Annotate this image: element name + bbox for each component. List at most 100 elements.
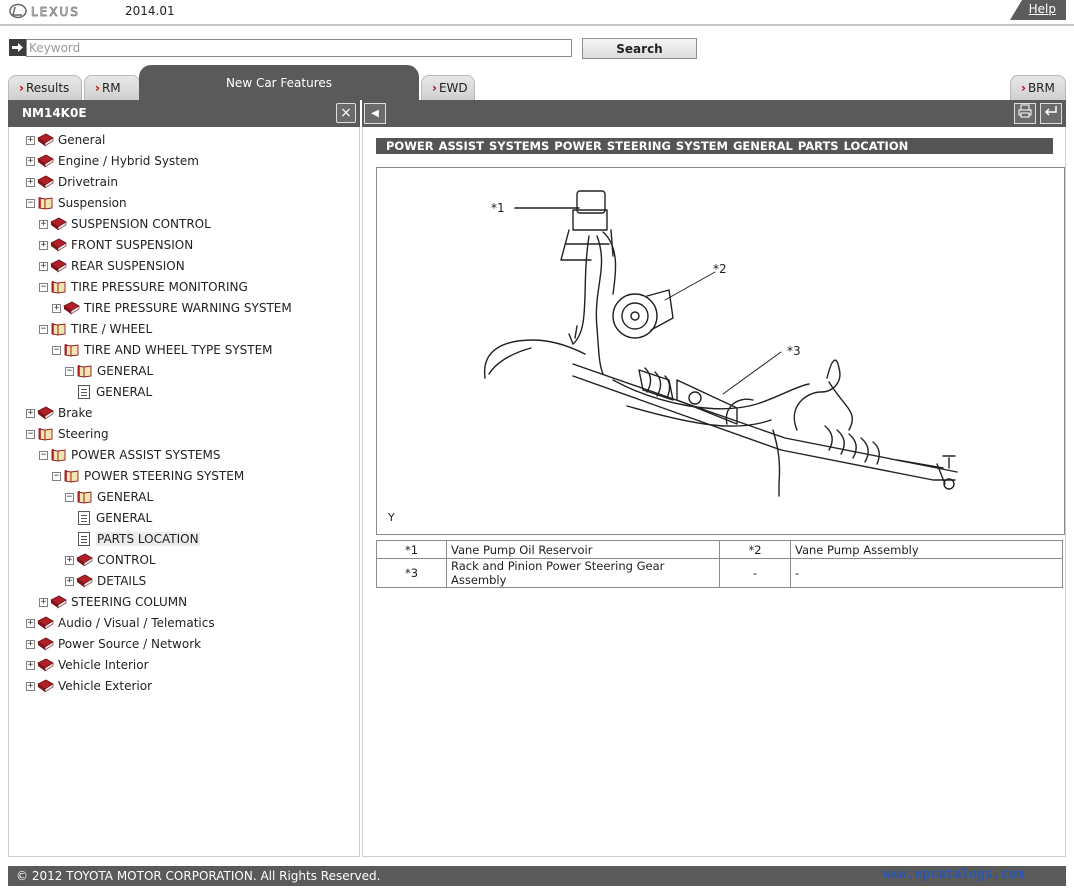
expand-icon[interactable]: + — [26, 681, 35, 691]
collapse-icon[interactable]: − — [65, 492, 74, 502]
open-book-icon — [51, 281, 66, 294]
tree-item[interactable]: + Brake — [26, 404, 92, 422]
print-button[interactable] — [1014, 103, 1036, 124]
tree-item-label: Suspension — [58, 196, 127, 210]
open-book-icon — [77, 365, 92, 378]
tree-item[interactable]: + SUSPENSION CONTROL — [39, 215, 211, 233]
tree-item[interactable]: + STEERING COLUMN — [39, 593, 187, 611]
search-button[interactable]: Search — [582, 38, 697, 59]
collapse-left-panel-button[interactable]: ◀ — [364, 103, 386, 124]
closed-book-icon — [37, 616, 54, 630]
tree-item-label: REAR SUSPENSION — [71, 259, 185, 273]
tree-item-label: Brake — [58, 406, 93, 420]
tab-rm[interactable]: › RM — [84, 75, 140, 100]
tree-item[interactable]: + Power Source / Network — [26, 635, 201, 653]
tree-item[interactable]: + Engine / Hybrid System — [26, 152, 199, 170]
tree-item[interactable]: + General — [26, 131, 105, 149]
tree-item[interactable]: + FRONT SUSPENSION — [39, 236, 193, 254]
tree-item[interactable]: + Vehicle Interior — [26, 656, 149, 674]
tree-item-label: Audio / Visual / Telematics — [58, 616, 215, 630]
collapse-icon[interactable]: − — [52, 471, 61, 481]
manual-code-title: NM14K0E — [22, 106, 87, 120]
expand-icon[interactable]: + — [26, 618, 35, 628]
tree-item-label: General — [58, 133, 106, 147]
expand-icon[interactable]: + — [26, 156, 35, 166]
app-header: LEXUS 2014.01 Help — [0, 0, 1074, 26]
parts-location-figure: *1 *2 *3 Y — [376, 167, 1065, 535]
tree-item-label: GENERAL — [97, 364, 154, 378]
collapse-icon[interactable]: − — [39, 324, 48, 334]
tab-brm[interactable]: › BRM — [1010, 75, 1066, 100]
table-row: *1 Vane Pump Oil Reservoir *2 Vane Pump … — [376, 540, 1063, 559]
tree-item[interactable]: + REAR SUSPENSION — [39, 257, 185, 275]
collapse-icon[interactable]: − — [39, 282, 48, 292]
expand-icon[interactable]: + — [65, 555, 74, 565]
tree-item-label: TIRE PRESSURE MONITORING — [71, 280, 248, 294]
tree-item[interactable]: − TIRE / WHEEL — [39, 320, 152, 338]
expand-icon[interactable]: + — [39, 597, 48, 607]
expand-icon[interactable]: + — [39, 261, 48, 271]
expand-icon[interactable]: + — [26, 177, 35, 187]
legend-cell: *1 — [376, 540, 447, 559]
tree-item[interactable]: + TIRE PRESSURE WARNING SYSTEM — [52, 299, 292, 317]
tree-item[interactable]: − GENERAL — [65, 488, 153, 506]
callout-3: *3 — [787, 344, 801, 358]
expand-icon[interactable]: + — [52, 303, 61, 313]
tree-item-label: POWER STEERING SYSTEM — [84, 469, 245, 483]
back-button[interactable] — [1040, 103, 1062, 124]
close-icon[interactable]: × — [336, 103, 356, 123]
tree-item-label: FRONT SUSPENSION — [71, 238, 194, 252]
tree-item[interactable]: − POWER STEERING SYSTEM — [52, 467, 244, 485]
search-input[interactable] — [26, 39, 572, 57]
closed-book-icon — [37, 679, 54, 693]
tree-item[interactable]: − Steering — [26, 425, 109, 443]
tab-results[interactable]: › Results — [8, 75, 82, 100]
closed-book-icon — [50, 595, 67, 609]
legend-cell: - — [719, 558, 791, 588]
expand-icon[interactable]: + — [39, 219, 48, 229]
legend-cell: - — [790, 558, 1063, 588]
closed-book-icon — [76, 553, 93, 567]
page-icon — [78, 532, 90, 546]
watermark: www.epcatalogs.com — [883, 867, 1024, 882]
page-icon — [78, 385, 90, 399]
tree-item[interactable]: PARTS LOCATION — [65, 530, 200, 548]
tree-item[interactable]: − TIRE AND WHEEL TYPE SYSTEM — [52, 341, 273, 359]
collapse-icon[interactable]: − — [39, 450, 48, 460]
tree-item[interactable]: − TIRE PRESSURE MONITORING — [39, 278, 248, 296]
help-link[interactable]: Help — [1029, 2, 1056, 16]
tree-item[interactable]: − GENERAL — [65, 362, 153, 380]
open-book-icon — [64, 470, 79, 483]
expand-icon[interactable]: + — [39, 240, 48, 250]
parts-legend-table: *1 Vane Pump Oil Reservoir *2 Vane Pump … — [376, 540, 1063, 588]
open-book-icon — [51, 449, 66, 462]
collapse-icon[interactable]: − — [26, 198, 35, 208]
expand-icon[interactable]: + — [65, 576, 74, 586]
collapse-icon[interactable]: − — [65, 366, 74, 376]
expand-icon[interactable]: + — [26, 660, 35, 670]
tree-item[interactable]: GENERAL — [65, 383, 152, 401]
callout-2: *2 — [713, 262, 727, 276]
tree-item[interactable]: + CONTROL — [65, 551, 156, 569]
tree-item-label: Engine / Hybrid System — [58, 154, 199, 168]
tree-item[interactable]: − Suspension — [26, 194, 127, 212]
closed-book-icon — [37, 406, 54, 420]
tree-item[interactable]: + DETAILS — [65, 572, 146, 590]
expand-icon[interactable]: + — [26, 135, 35, 145]
tab-ewd[interactable]: › EWD — [421, 75, 475, 100]
expand-icon[interactable]: + — [26, 408, 35, 418]
collapse-icon[interactable]: − — [52, 345, 61, 355]
chevron-right-icon: › — [1021, 81, 1026, 95]
tree-item[interactable]: + Drivetrain — [26, 173, 118, 191]
tree-item[interactable]: + Vehicle Exterior — [26, 677, 152, 695]
tab-results-label: Results — [25, 81, 70, 95]
tab-new-car-features[interactable]: New Car Features — [139, 65, 419, 100]
tree-item-label: GENERAL — [96, 511, 153, 525]
printer-icon — [1018, 104, 1032, 118]
tree-item[interactable]: + Audio / Visual / Telematics — [26, 614, 215, 632]
tree-item[interactable]: − POWER ASSIST SYSTEMS — [39, 446, 220, 464]
open-book-icon — [77, 491, 92, 504]
tree-item[interactable]: GENERAL — [65, 509, 152, 527]
expand-icon[interactable]: + — [26, 639, 35, 649]
collapse-icon[interactable]: − — [26, 429, 35, 439]
